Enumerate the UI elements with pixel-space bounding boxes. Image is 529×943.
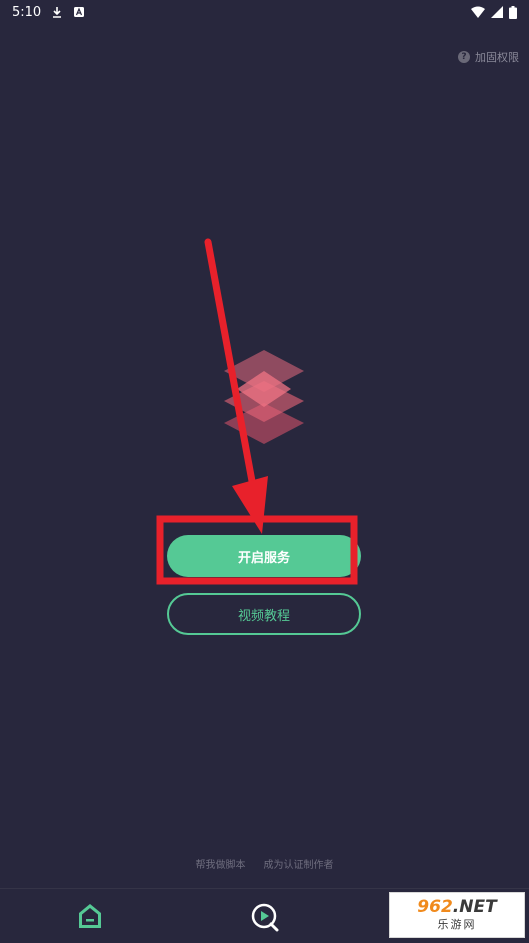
watermark-logo: 962.NET 乐游网 xyxy=(389,892,525,938)
status-left: 5:10 xyxy=(12,5,85,20)
watermark-brand: 962.NET xyxy=(417,897,497,917)
status-right xyxy=(471,5,517,19)
question-icon: ? xyxy=(458,51,470,63)
make-script-link[interactable]: 帮我做脚本 xyxy=(196,856,246,871)
video-tutorial-label: 视频教程 xyxy=(237,608,290,624)
status-time: 5:10 xyxy=(12,4,42,20)
wifi-icon xyxy=(471,6,485,18)
home-icon[interactable] xyxy=(78,903,102,929)
start-service-label: 开启服务 xyxy=(237,550,290,566)
watermark-site-name: 乐游网 xyxy=(437,918,477,931)
signal-icon xyxy=(491,6,503,18)
battery-icon xyxy=(509,5,517,19)
become-creator-link[interactable]: 成为认证制作者 xyxy=(264,856,334,871)
play-icon[interactable] xyxy=(250,902,280,932)
footer-links: 帮我做脚本 成为认证制作者 xyxy=(0,856,529,871)
app-logo-icon xyxy=(224,350,304,444)
status-bar: 5:10 xyxy=(0,0,529,24)
download-icon xyxy=(53,7,62,18)
start-service-button[interactable]: 开启服务 xyxy=(167,535,361,577)
video-tutorial-button[interactable]: 视频教程 xyxy=(167,593,361,635)
permission-help-label: 加固权限 xyxy=(475,51,519,64)
notification-a-icon xyxy=(74,7,85,17)
annotation-arrow-head xyxy=(232,476,268,534)
permission-help-link[interactable]: ? 加固权限 xyxy=(458,49,519,65)
annotation-overlay xyxy=(156,238,358,585)
